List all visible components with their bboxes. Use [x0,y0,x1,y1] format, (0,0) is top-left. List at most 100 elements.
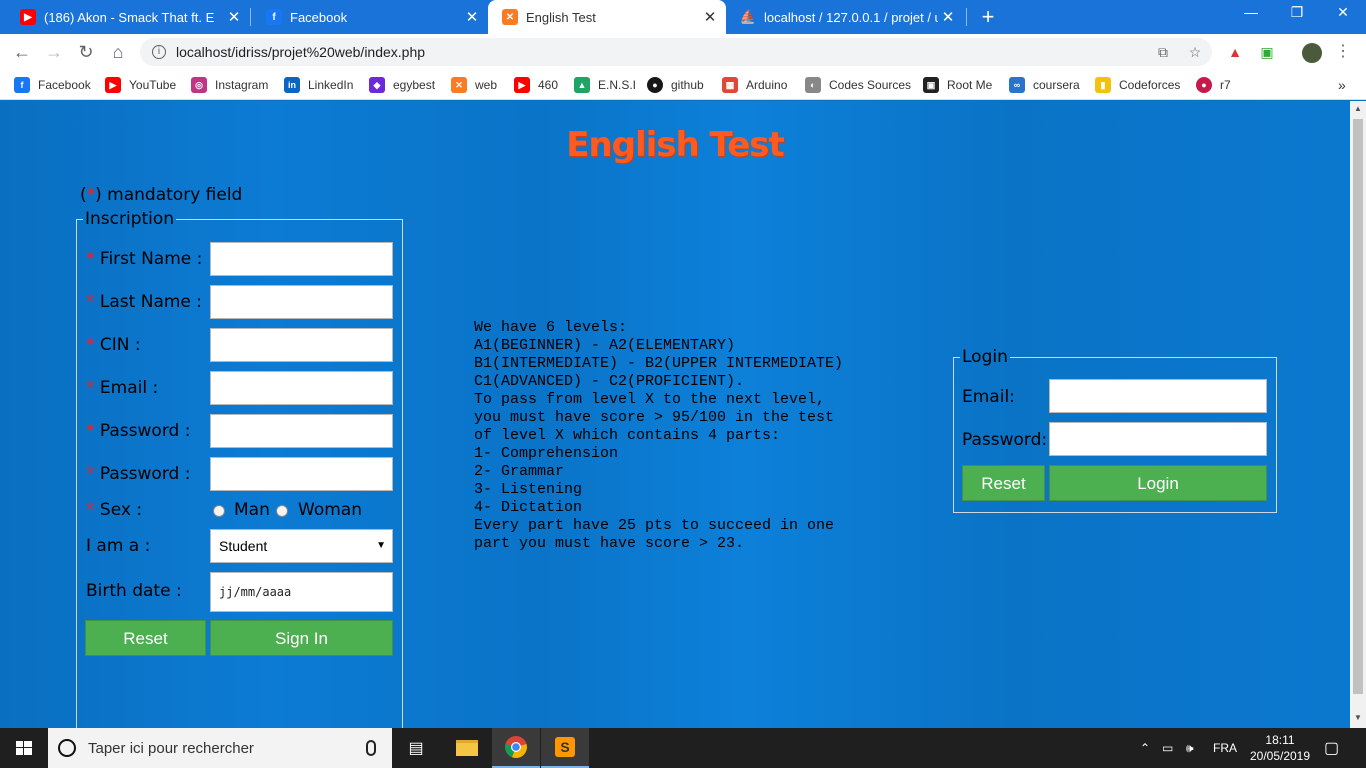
login-email-label: Email: [962,387,1015,407]
windows-logo-icon [16,741,32,755]
login-button[interactable]: Login [1049,465,1267,501]
clock[interactable]: 18:11 20/05/2019 [1240,732,1320,764]
email-input[interactable] [210,371,393,405]
phpmyadmin-icon: ⛵ [739,9,757,24]
bookmark-github[interactable]: ● github [647,76,704,94]
facebook-icon: f [266,9,282,25]
bookmark-instagram[interactable]: ◎ Instagram [191,76,268,94]
scrollbar-thumb[interactable] [1353,119,1363,694]
bookmark-codes-sources[interactable]: ◐ Codes Sources [805,76,911,94]
first-name-label: * First Name : [86,249,203,269]
bookmark-root-me[interactable]: ▣ Root Me [923,76,992,94]
scroll-up-icon[interactable]: ▲ [1350,104,1366,113]
linkedin-icon: in [284,77,300,93]
task-view-icon: ▤ [408,740,424,757]
close-icon[interactable]: ✕ [224,8,244,26]
volume-icon[interactable]: 🕪 [1186,728,1194,768]
bookmark-facebook[interactable]: f Facebook [14,76,91,94]
forward-icon[interactable]: → [42,40,66,64]
info-line: To pass from level X to the next level, [474,391,826,408]
chrome-app[interactable] [492,728,540,768]
first-name-input[interactable] [210,242,393,276]
bookmark-egybest[interactable]: ◆ egybest [369,76,435,94]
inscription-reset-button[interactable]: Reset [85,620,206,656]
pdf-extension-icon[interactable]: ▲ [1226,43,1244,61]
email-label: * Email : [86,378,159,398]
bookmark-r7[interactable]: ● r7 [1196,76,1231,94]
reload-icon[interactable]: ↻ [74,40,98,64]
info-icon[interactable]: i [152,45,166,59]
language-indicator[interactable]: FRA [1213,728,1237,768]
tab-youtube[interactable]: ▶ (186) Akon - Smack That ft. E ✕ [6,0,250,34]
login-reset-button[interactable]: Reset [962,465,1045,501]
last-name-input[interactable] [210,285,393,319]
close-icon[interactable]: ✕ [938,8,958,26]
home-icon[interactable]: ⌂ [106,40,130,64]
info-line: We have 6 levels: [474,319,628,336]
password-input[interactable] [210,414,393,448]
sign-in-button[interactable]: Sign In [210,620,393,656]
sex-woman-radio[interactable] [276,505,288,517]
inscription-legend: Inscription [85,209,175,229]
more-bookmarks-button[interactable]: » [1338,76,1346,94]
last-name-label: * Last Name : [86,292,203,312]
windows-start-button[interactable] [0,728,48,768]
bookmark-ensi[interactable]: ▲ E.N.S.I [574,76,636,94]
bookmark-codeforces[interactable]: ▮ Codeforces [1095,76,1180,94]
close-icon[interactable]: ✕ [462,8,482,26]
scroll-down-icon[interactable]: ▼ [1350,713,1366,722]
tab-facebook[interactable]: f Facebook ✕ [252,0,488,34]
restore-icon[interactable]: ❐ [1282,4,1312,21]
youtube-icon: ▶ [514,77,530,93]
close-icon[interactable]: ✕ [700,8,720,26]
mandatory-note: (*) mandatory field [80,185,243,205]
sublime-text-app[interactable]: S [541,728,589,768]
sex-label: * Sex : [86,500,143,520]
info-line: A1(BEGINNER) - A2(ELEMENTARY) [474,337,736,354]
confirm-password-input[interactable] [210,457,393,491]
login-email-input[interactable] [1049,379,1267,413]
show-hidden-icons-button[interactable]: ⌃ [1140,728,1150,768]
power-icon[interactable]: ▭ [1162,728,1173,768]
page-title: English Test [566,125,785,165]
birth-date-input[interactable]: jj/mm/aaaa [210,572,393,612]
raspberry-icon: ● [1196,77,1212,93]
profile-avatar[interactable] [1302,43,1322,63]
login-password-input[interactable] [1049,422,1267,456]
confirm-password-label: * Password : [86,464,191,484]
xampp-icon: ✕ [451,77,467,93]
bookmark-web[interactable]: ✕ web [451,76,497,94]
file-explorer-app[interactable] [443,728,491,768]
tab-separator [966,8,967,26]
codes-sources-icon: ◐ [805,77,821,93]
browser-toolbar: ← → ↻ ⌂ i localhost/idriss/projet%20web/… [0,34,1366,70]
info-line: Every part have 25 pts to succeed in one [474,517,835,534]
sex-man-radio[interactable] [213,505,225,517]
tab-strip: ▶ (186) Akon - Smack That ft. E ✕ f Face… [0,0,1366,34]
bookmark-linkedin[interactable]: in LinkedIn [284,76,353,94]
info-line: B1(INTERMEDIATE) - B2(UPPER INTERMEDIATE… [474,355,844,372]
translate-icon[interactable]: ⧉ [1154,43,1172,61]
bookmark-coursera[interactable]: ∞ coursera [1009,76,1080,94]
new-tab-button[interactable]: + [976,4,1000,30]
taskbar-search[interactable]: Taper ici pour rechercher [48,728,392,768]
bookmark-youtube[interactable]: ▶ YouTube [105,76,176,94]
extension-icon[interactable]: ▣ [1258,43,1276,61]
back-icon[interactable]: ← [10,40,34,64]
bookmark-star-icon[interactable]: ☆ [1186,43,1204,61]
minimize-icon[interactable]: — [1236,4,1266,20]
close-window-icon[interactable]: ✕ [1328,4,1358,21]
bookmark-arduino[interactable]: ▦ Arduino [722,76,787,94]
address-bar[interactable]: i localhost/idriss/projet%20web/index.ph… [140,38,1212,66]
microphone-icon[interactable] [366,740,376,756]
tab-english-test[interactable]: ✕ English Test ✕ [488,0,726,34]
task-view-button[interactable]: ▤ [392,728,440,768]
notifications-icon[interactable]: ▢ [1324,728,1339,768]
tab-phpmyadmin[interactable]: ⛵ localhost / 127.0.0.1 / projet / us ✕ [726,0,964,34]
coursera-icon: ∞ [1009,77,1025,93]
page-scrollbar[interactable]: ▲ ▼ [1350,101,1366,728]
role-select[interactable]: Student ▼ [210,529,393,563]
menu-icon[interactable]: ⋮ [1334,43,1352,61]
bookmark-460[interactable]: ▶ 460 [514,76,558,94]
cin-input[interactable] [210,328,393,362]
